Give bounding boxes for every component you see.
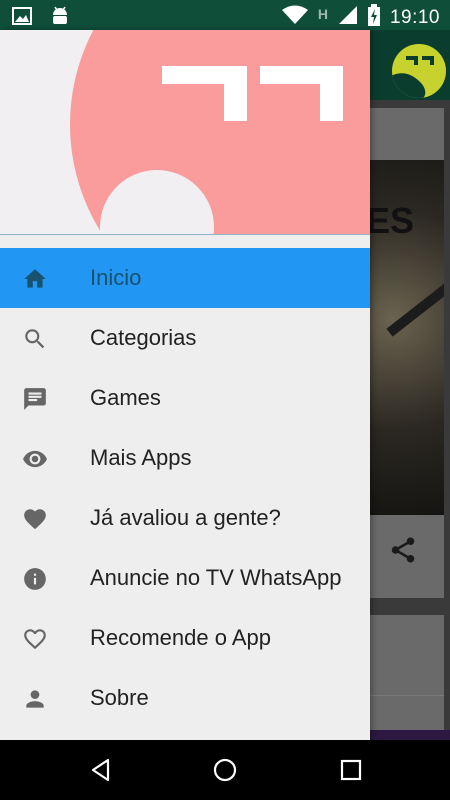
bottom-strip xyxy=(360,730,450,740)
drawer-menu: Inicio Categorias Games Mais Apps Já ava… xyxy=(0,248,370,728)
menu-item-label: Recomende o App xyxy=(90,625,272,650)
header-divider xyxy=(0,234,370,235)
android-icon xyxy=(50,5,70,32)
menu-item-label: Categorias xyxy=(90,325,197,350)
menu-item-label: Inicio xyxy=(90,265,142,290)
navigation-drawer: Inicio Categorias Games Mais Apps Já ava… xyxy=(0,30,370,740)
person-icon xyxy=(26,690,44,708)
system-nav-bar xyxy=(0,740,450,800)
menu-item-mais-apps[interactable]: Mais Apps xyxy=(0,428,370,488)
menu-item-avaliar[interactable]: Já avaliou a gente? xyxy=(0,488,370,548)
menu-item-label: Sobre xyxy=(90,685,149,710)
image-detail xyxy=(386,273,444,337)
home-icon xyxy=(24,269,46,288)
wifi-icon xyxy=(281,5,308,30)
brand-logo xyxy=(162,66,343,121)
recents-icon[interactable] xyxy=(338,757,364,783)
home-circle-icon[interactable] xyxy=(212,757,238,783)
clock: 19:10 xyxy=(389,6,440,28)
menu-item-games[interactable]: Games xyxy=(0,368,370,428)
info-icon xyxy=(24,568,46,590)
divider xyxy=(360,695,444,696)
battery-charging-icon xyxy=(367,4,380,31)
menu-item-anuncie[interactable]: Anuncie no TV WhatsApp xyxy=(0,548,370,608)
drawer-header xyxy=(0,30,370,235)
heart-filled-icon xyxy=(24,509,46,530)
image-icon xyxy=(12,6,32,31)
app-logo xyxy=(392,44,446,98)
chat-icon xyxy=(24,388,46,410)
menu-item-label: Mais Apps xyxy=(90,445,192,470)
heart-outline-icon xyxy=(24,629,46,650)
card-image: ES xyxy=(360,160,444,515)
menu-item-label: Já avaliou a gente? xyxy=(90,505,281,530)
card-image-text: ES xyxy=(366,200,415,241)
status-bar: H 19:10 xyxy=(0,0,450,30)
share-icon[interactable] xyxy=(388,535,418,565)
menu-item-categorias[interactable]: Categorias xyxy=(0,308,370,368)
content-card-2[interactable] xyxy=(360,615,444,740)
signal-icon xyxy=(338,5,358,30)
menu-item-inicio[interactable]: Inicio xyxy=(0,248,370,308)
menu-item-sobre[interactable]: Sobre xyxy=(0,668,370,728)
search-icon xyxy=(25,329,45,349)
menu-item-recomende[interactable]: Recomende o App xyxy=(0,608,370,668)
back-icon[interactable] xyxy=(88,757,114,783)
eye-icon xyxy=(23,450,47,468)
network-type-label: H xyxy=(317,5,328,22)
menu-item-label: Anuncie no TV WhatsApp xyxy=(90,565,342,590)
menu-item-label: Games xyxy=(90,385,161,410)
